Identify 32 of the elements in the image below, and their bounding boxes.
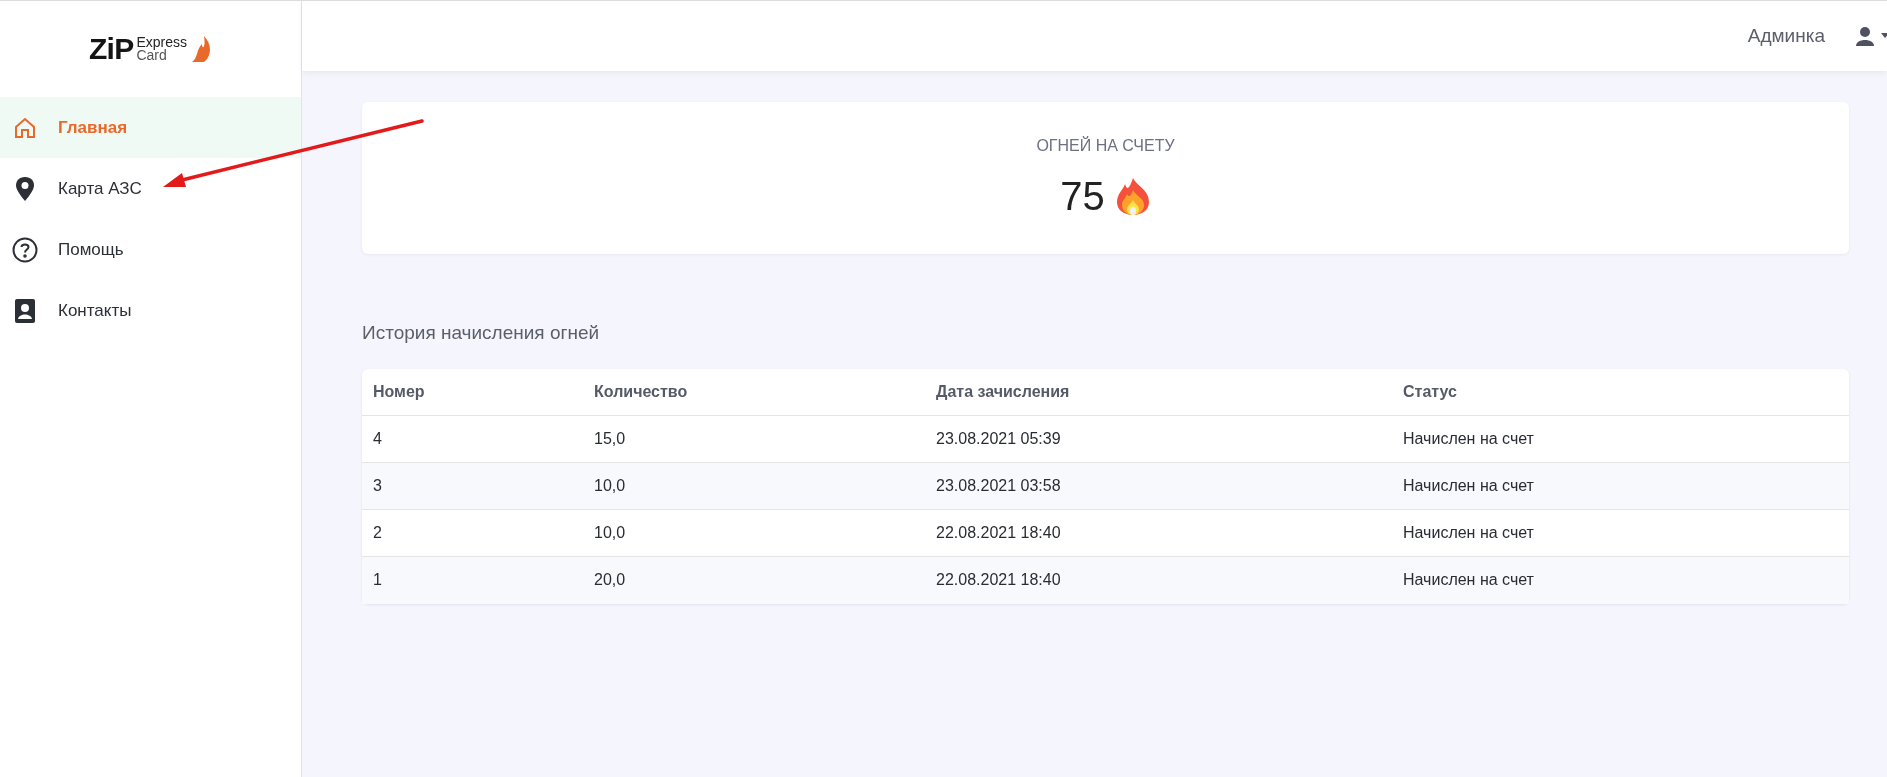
- table-cell: 1: [373, 571, 382, 588]
- table-cell: 3: [373, 476, 382, 494]
- table-cell: Начислен на счет: [1403, 571, 1534, 588]
- column-header: Дата зачисления: [936, 382, 1070, 400]
- column-header: Номер: [373, 382, 425, 400]
- table-cell: 4: [373, 429, 382, 447]
- history-title: История начисления огней: [362, 321, 601, 345]
- column-header: Статус: [1403, 382, 1457, 400]
- table-cell: 2: [373, 523, 382, 541]
- balance-title: ОГНЕЙ НА СЧЕТУ: [1036, 135, 1175, 156]
- table-cell: Начислен на счет: [1403, 523, 1534, 541]
- table-cell: 15,0: [594, 429, 626, 447]
- flame-icon: [190, 34, 212, 64]
- table-cell: 10,0: [594, 476, 626, 494]
- table-cell: 10,0: [594, 523, 626, 541]
- caret-icon[interactable]: [1881, 33, 1887, 39]
- map-pin-icon: [13, 175, 37, 202]
- table-cell: Начислен на счет: [1403, 476, 1534, 494]
- table-cell: 22.08.2021 18:40: [936, 523, 1061, 541]
- contact-card-icon: [14, 297, 36, 324]
- table-cell: Начислен на счет: [1403, 429, 1534, 447]
- table-cell: 20,0: [594, 571, 626, 588]
- column-header: Количество: [594, 382, 688, 400]
- user-name[interactable]: Админка: [1747, 21, 1825, 51]
- table-cell: 22.08.2021 18:40: [936, 571, 1061, 588]
- home-icon: [13, 115, 37, 140]
- fire-icon: [1114, 176, 1151, 216]
- table-cell: 23.08.2021 03:58: [936, 476, 1061, 494]
- balance-value: 75: [1060, 173, 1105, 220]
- table-cell: 23.08.2021 05:39: [936, 429, 1061, 447]
- help-icon: [12, 236, 38, 263]
- user-icon[interactable]: [1855, 26, 1875, 46]
